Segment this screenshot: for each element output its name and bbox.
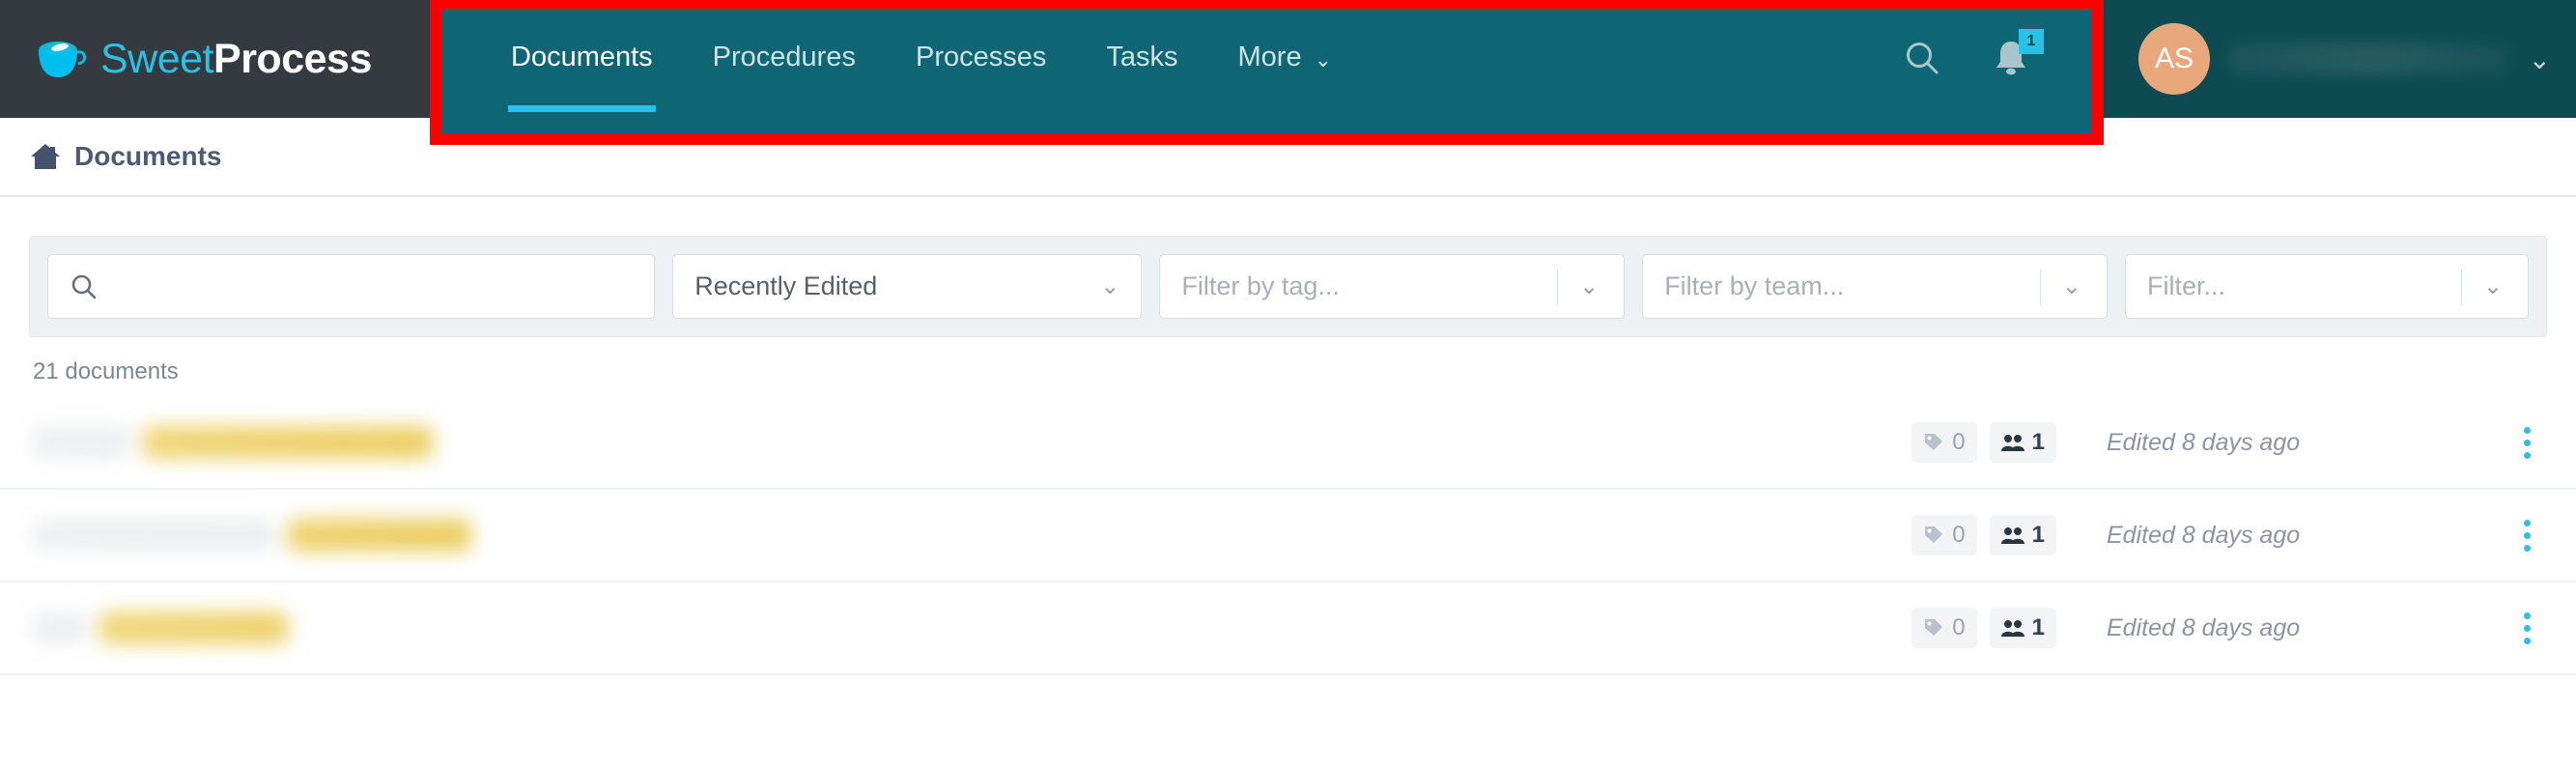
tag-count-chip[interactable]: 0: [1911, 515, 1977, 555]
notifications-bell-icon[interactable]: 1: [1980, 27, 2044, 89]
table-row[interactable]: 0 1 Edited 8 days ago: [0, 490, 2576, 583]
sort-select[interactable]: Recently Edited ⌄: [672, 254, 1143, 319]
kebab-menu-icon[interactable]: [2512, 426, 2541, 459]
row-meta: 0 1: [1911, 422, 2056, 463]
team-count-chip[interactable]: 1: [1989, 515, 2056, 555]
other-filter-end: ⌄: [2460, 255, 2528, 318]
tag-count: 0: [1952, 614, 1966, 641]
team-count: 1: [2031, 522, 2045, 548]
sort-select-value: Recently Edited: [694, 271, 878, 300]
nav-item-documents[interactable]: Documents: [481, 0, 683, 120]
tag-icon: [1925, 434, 1943, 450]
chevron-down-icon: ⌄: [2482, 273, 2503, 299]
nav-item-procedures[interactable]: Procedures: [683, 0, 886, 120]
team-filter-placeholder: Filter by team...: [1664, 271, 1845, 300]
nav-item-processes[interactable]: Processes: [886, 0, 1076, 120]
nav-item-more-label: More: [1237, 42, 1302, 72]
coffee-cup-icon: [35, 37, 89, 81]
nav-item-procedures-label: Procedures: [712, 42, 856, 72]
other-filter-placeholder: Filter...: [2147, 271, 2226, 300]
nav-links-region: Documents Procedures Processes Tasks Mor…: [441, 9, 2092, 133]
team-count: 1: [2031, 429, 2045, 455]
search-input[interactable]: [47, 254, 656, 319]
avatar: AS: [2138, 23, 2210, 95]
team-icon: [2000, 527, 2024, 544]
tag-count-chip[interactable]: 0: [1911, 608, 1977, 648]
chevron-down-icon: ⌄: [2528, 43, 2551, 74]
tag-filter-placeholder: Filter by tag...: [1181, 271, 1340, 300]
table-row[interactable]: 0 1 Edited 8 days ago: [0, 397, 2576, 490]
row-meta: 0 1: [1911, 515, 2056, 555]
team-count: 1: [2031, 614, 2045, 641]
tag-icon: [1925, 527, 1943, 543]
nav-item-processes-label: Processes: [915, 42, 1047, 72]
team-count-chip[interactable]: 1: [1989, 608, 2056, 648]
search-icon: [71, 274, 97, 299]
divider: [1557, 268, 1559, 305]
chevron-down-icon: ⌄: [1100, 273, 1120, 299]
username-redacted: [2227, 43, 2511, 75]
chevron-down-icon: ⌄: [1314, 46, 1333, 71]
chevron-down-icon: ⌄: [1579, 273, 1599, 299]
document-list: 0 1 Edited 8 days ago 0 1 Edited 8 days …: [0, 397, 2576, 675]
edited-timestamp: Edited 8 days ago: [2107, 613, 2301, 641]
row-meta: 0 1: [1911, 608, 2056, 648]
home-icon[interactable]: [29, 142, 62, 171]
tag-count-chip[interactable]: 0: [1911, 422, 1977, 463]
tag-filter-select[interactable]: Filter by tag... ⌄: [1159, 254, 1626, 319]
team-filter-end: ⌄: [2039, 255, 2107, 318]
breadcrumb-label: Documents: [74, 141, 222, 171]
edited-timestamp: Edited 8 days ago: [2107, 428, 2301, 456]
user-menu[interactable]: AS ⌄: [2104, 0, 2576, 118]
team-count-chip[interactable]: 1: [1989, 422, 2056, 463]
nav-links: Documents Procedures Processes Tasks Mor…: [441, 9, 1362, 133]
notification-badge: 1: [2019, 28, 2044, 54]
nav-item-tasks[interactable]: Tasks: [1076, 0, 1207, 120]
brand-logo[interactable]: SweetProcess: [0, 0, 430, 118]
tag-count: 0: [1952, 429, 1966, 455]
brand-text: SweetProcess: [100, 36, 372, 83]
nav-item-documents-label: Documents: [511, 42, 653, 72]
other-filter-select[interactable]: Filter... ⌄: [2125, 254, 2529, 319]
tag-count: 0: [1952, 522, 1966, 548]
edited-timestamp: Edited 8 days ago: [2107, 521, 2301, 549]
search-icon[interactable]: [1891, 27, 1953, 89]
divider: [2460, 268, 2462, 305]
team-icon: [2000, 435, 2024, 451]
chevron-down-icon: ⌄: [2061, 273, 2082, 299]
nav-item-tasks-label: Tasks: [1106, 42, 1178, 72]
brand-process: Process: [213, 35, 372, 82]
tag-icon: [1925, 619, 1943, 636]
brand-sweet: Sweet: [100, 35, 214, 82]
top-navigation-bar: SweetProcess Documents Procedures Proces…: [0, 0, 2576, 145]
kebab-menu-icon[interactable]: [2512, 519, 2541, 552]
document-title-redacted: [33, 609, 288, 647]
divider: [2039, 268, 2041, 305]
document-title-redacted: [33, 516, 471, 555]
nav-actions: 1: [1864, 0, 2092, 120]
document-title-redacted: [33, 423, 433, 462]
tag-filter-end: ⌄: [1557, 255, 1624, 318]
team-icon: [2000, 620, 2024, 637]
document-count: 21 documents: [33, 358, 179, 384]
nav-item-more[interactable]: More ⌄: [1208, 0, 1363, 120]
team-filter-select[interactable]: Filter by team... ⌄: [1642, 254, 2109, 319]
kebab-menu-icon[interactable]: [2512, 612, 2541, 644]
filter-toolbar: Recently Edited ⌄ Filter by tag... ⌄ Fil…: [29, 236, 2547, 337]
table-row[interactable]: 0 1 Edited 8 days ago: [0, 583, 2576, 675]
